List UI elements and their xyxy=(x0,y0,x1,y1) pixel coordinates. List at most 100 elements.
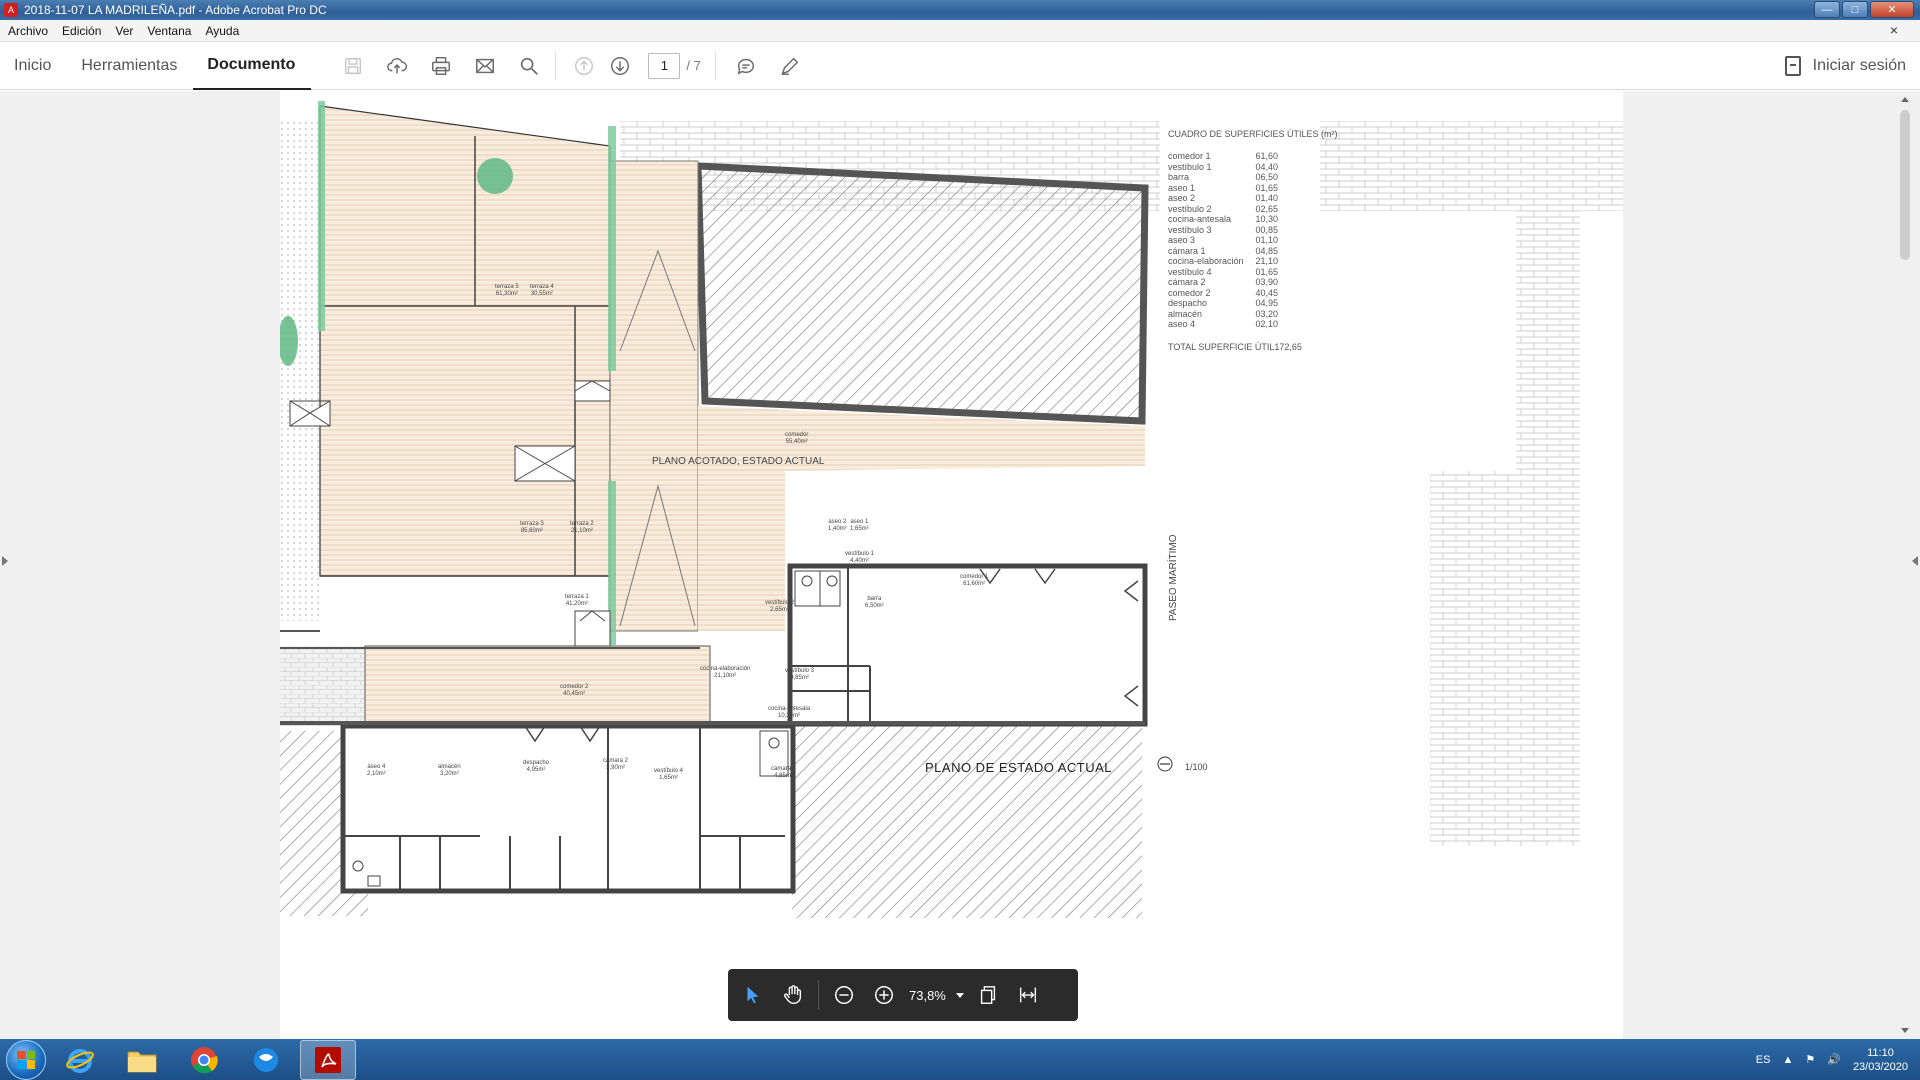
menu-ventana[interactable]: Ventana xyxy=(147,24,191,38)
window-title: 2018-11-07 LA MADRILEÑA.pdf - Adobe Acro… xyxy=(24,3,327,17)
outlook-icon[interactable] xyxy=(238,1040,294,1080)
room-area: 21,10m² xyxy=(714,673,737,679)
room-name: aseo 2 xyxy=(828,519,847,525)
surface-room-value: 02,65 xyxy=(1255,203,1278,214)
surface-table-row: vestíbulo 2 02,65 xyxy=(1168,204,1278,215)
room-label: cocina-elaboración 21,10m² xyxy=(700,666,750,680)
surface-table-row: vestíbulo 4 01,65 xyxy=(1168,267,1278,278)
room-area: 0,85m² xyxy=(790,675,809,681)
file-explorer-icon[interactable] xyxy=(114,1040,170,1080)
surface-table-row: vestíbulo 1 04,40 xyxy=(1168,162,1278,173)
room-name: vestíbulo 3 xyxy=(785,668,815,674)
surface-room-value: 01,40 xyxy=(1255,193,1278,203)
floating-zoom-toolbar: 73,8% xyxy=(728,969,1078,1021)
floatbar-divider xyxy=(818,980,819,1010)
plan-title: PLANO DE ESTADO ACTUAL xyxy=(925,760,1113,775)
action-center-flag-icon[interactable]: ⚑ xyxy=(1805,1053,1815,1066)
surface-room-name: cámara 2 xyxy=(1168,277,1206,287)
surface-total-value: 172,65 xyxy=(1274,341,1302,352)
room-area: 85,60m² xyxy=(520,528,543,534)
surface-room-name: aseo 3 xyxy=(1168,235,1196,245)
zoom-out-icon[interactable] xyxy=(829,980,859,1010)
internet-explorer-icon[interactable] xyxy=(52,1040,108,1080)
pen-icon[interactable] xyxy=(772,48,808,84)
signin-button[interactable]: Iniciar sesión xyxy=(1784,42,1906,90)
scrollbar-thumb[interactable] xyxy=(1900,110,1910,260)
surface-room-name: barra xyxy=(1168,172,1190,182)
surface-table-row: aseo 1 01,65 xyxy=(1168,183,1278,194)
room-label: terraza 5 61,30m² xyxy=(495,284,519,298)
surface-table-row: cocina-elaboración 21,10 xyxy=(1168,256,1278,267)
room-label: comedor 1 61,60m² xyxy=(960,574,988,588)
minimize-button[interactable]: — xyxy=(1814,1,1840,18)
room-area: 55,40m² xyxy=(785,439,808,445)
search-icon[interactable] xyxy=(511,48,547,84)
surface-room-name: vestíbulo 1 xyxy=(1168,161,1212,172)
comment-icon[interactable] xyxy=(728,48,764,84)
zoom-in-icon[interactable] xyxy=(869,980,899,1010)
room-area: 4,85m² xyxy=(774,773,793,779)
fit-width-icon[interactable] xyxy=(1013,980,1043,1010)
tab-documento[interactable]: Documento xyxy=(193,42,312,90)
surface-table-row: cámara 1 04,85 xyxy=(1168,246,1278,257)
signin-label: Iniciar sesión xyxy=(1812,57,1906,74)
email-icon[interactable] xyxy=(467,48,503,84)
room-name: cocina-antesala xyxy=(768,706,811,712)
left-panel-toggle-icon[interactable] xyxy=(2,556,8,566)
scroll-up-arrow-icon[interactable] xyxy=(1901,97,1909,102)
acrobat-app-icon: A xyxy=(4,3,18,17)
chrome-icon[interactable] xyxy=(176,1040,232,1080)
page-navigator: 1 / 7 xyxy=(648,52,701,79)
floor-plan-drawing xyxy=(280,101,1623,918)
acrobat-icon[interactable] xyxy=(300,1039,356,1080)
scroll-down-arrow-icon[interactable] xyxy=(1901,1028,1909,1033)
room-name: vestíbulo 4 xyxy=(654,768,684,774)
room-area: 3,20m² xyxy=(440,771,459,777)
room-label: comedor 2 40,45m² xyxy=(560,684,588,698)
room-name: comedor xyxy=(785,432,809,438)
clock[interactable]: 11:10 23/03/2020 xyxy=(1853,1046,1908,1074)
surface-room-value: 61,60 xyxy=(1255,151,1278,161)
right-panel-toggle-icon[interactable] xyxy=(1912,556,1918,566)
room-name: terraza 1 xyxy=(565,594,589,600)
page-down-icon[interactable] xyxy=(602,48,638,84)
surface-room-value: 03,20 xyxy=(1255,308,1278,319)
tab-inicio[interactable]: Inicio xyxy=(0,42,67,90)
room-label: terraza 4 30,55m² xyxy=(530,284,554,298)
close-window-button[interactable]: ✕ xyxy=(1870,1,1914,18)
page-up-icon[interactable] xyxy=(566,48,602,84)
surface-room-value: 04,85 xyxy=(1255,245,1278,256)
room-name: barra xyxy=(867,596,882,602)
room-name: terraza 3 xyxy=(520,521,544,527)
menu-bar: Archivo Edición Ver Ventana Ayuda × xyxy=(0,20,1920,42)
volume-icon[interactable]: 🔊 xyxy=(1827,1053,1841,1066)
room-label: despacho 4,95m² xyxy=(523,760,549,774)
start-button[interactable] xyxy=(6,1039,46,1080)
document-viewport[interactable]: CUADRO DE SUPERFICIES ÚTILES (m²) comedo… xyxy=(0,91,1920,1039)
room-area: 41,20m² xyxy=(565,601,588,607)
page-fit-icon[interactable] xyxy=(973,980,1003,1010)
menu-edicion[interactable]: Edición xyxy=(62,24,101,38)
surface-room-name: aseo 2 xyxy=(1168,193,1196,203)
surface-table-rows: comedor 1 61,60 vestíbulo 1 04,40 barra 06,50… xyxy=(1168,151,1318,330)
close-document-button[interactable]: × xyxy=(1890,22,1898,38)
menu-archivo[interactable]: Archivo xyxy=(8,24,48,38)
upload-icon[interactable] xyxy=(379,48,415,84)
hand-icon[interactable] xyxy=(778,980,808,1010)
zoom-level-dropdown[interactable]: 73,8% xyxy=(909,988,964,1003)
select-icon[interactable] xyxy=(738,980,768,1010)
menu-ver[interactable]: Ver xyxy=(115,24,133,38)
surface-table: CUADRO DE SUPERFICIES ÚTILES (m²) comedo… xyxy=(1168,129,1338,352)
page-number-input[interactable]: 1 xyxy=(648,52,681,79)
room-label: aseo 4 2,10m² xyxy=(367,764,386,778)
save-icon[interactable] xyxy=(335,48,371,84)
language-indicator[interactable]: ES xyxy=(1756,1054,1771,1066)
room-name: vestíbulo 2 xyxy=(765,600,795,606)
menu-ayuda[interactable]: Ayuda xyxy=(205,24,239,38)
maximize-button[interactable]: □ xyxy=(1842,1,1868,18)
tab-herramientas[interactable]: Herramientas xyxy=(67,42,193,90)
print-icon[interactable] xyxy=(423,48,459,84)
surface-room-name: aseo 4 xyxy=(1168,319,1196,329)
show-hidden-icons-icon[interactable]: ▲ xyxy=(1782,1054,1793,1066)
vertical-scrollbar[interactable] xyxy=(1898,95,1912,1035)
